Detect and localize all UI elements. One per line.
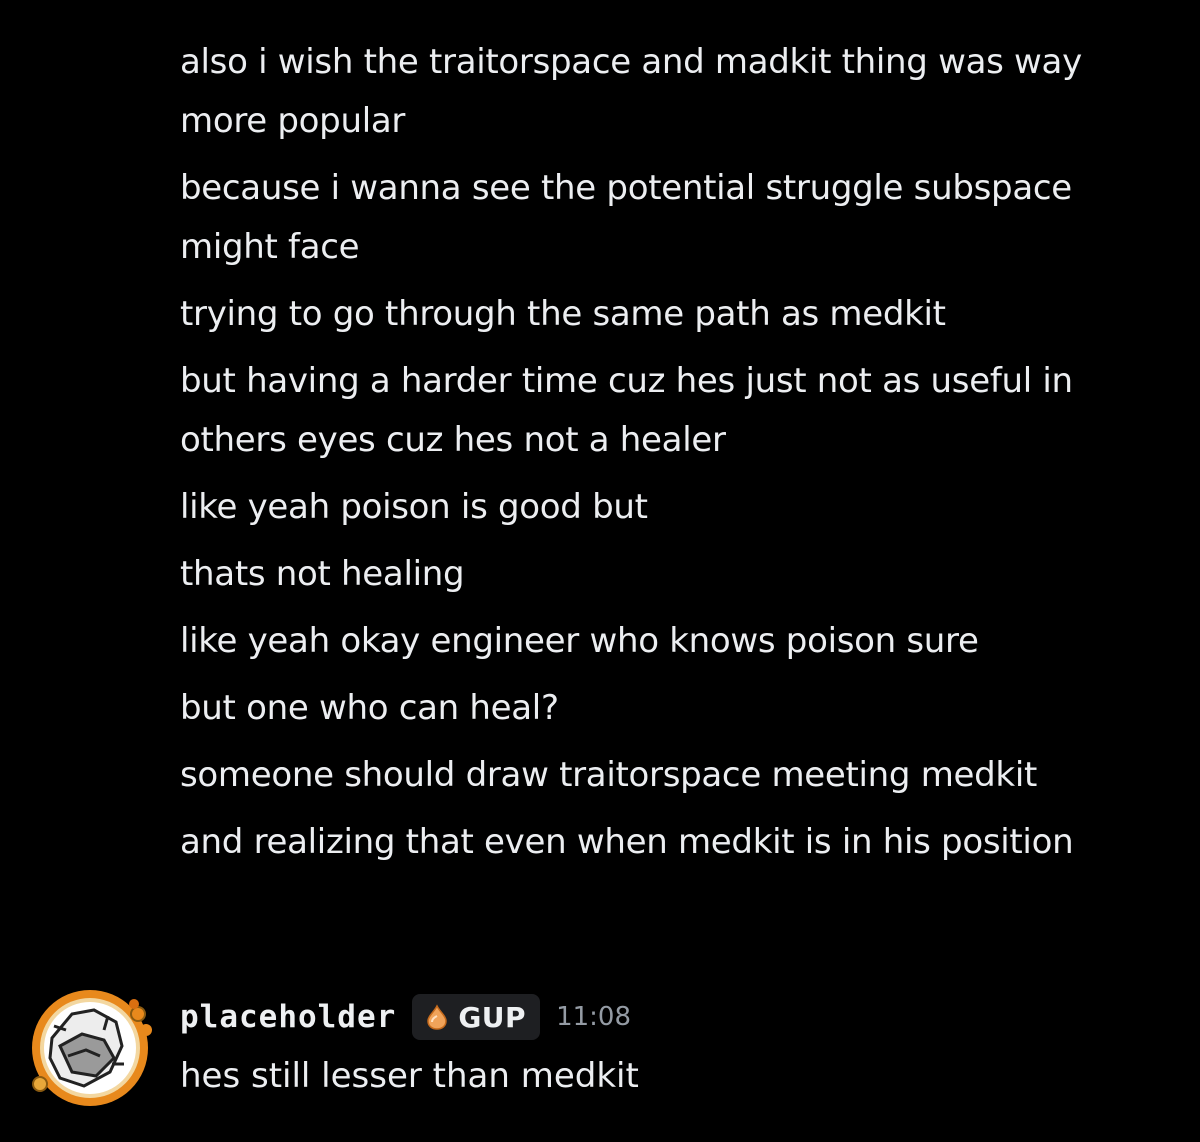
cropped-previous-line <box>180 0 1080 12</box>
message-line: but having a harder time cuz hes just no… <box>180 361 1073 460</box>
message-line: trying to go through the same path as me… <box>180 294 946 334</box>
message-line: someone should draw traitorspace meeting… <box>180 755 1038 795</box>
message-line: and realizing that even when medkit is i… <box>180 822 1074 862</box>
message-line: thats not healing <box>180 554 465 594</box>
username[interactable]: placeholder <box>180 999 396 1035</box>
message-line: like yeah poison is good but <box>180 487 648 527</box>
tag-label: GUP <box>458 1000 527 1034</box>
server-tag[interactable]: GUP <box>412 994 541 1040</box>
message-line: because i wanna see the potential strugg… <box>180 168 1072 267</box>
message-group: also i wish the traitorspace and madkit … <box>180 33 1170 880</box>
orange-drop-icon <box>427 1004 448 1030</box>
message-line: like yeah okay engineer who knows poison… <box>180 621 979 661</box>
message-line: hes still lesser than medkit <box>180 1056 639 1096</box>
message-header: placeholder GUP 11:08 <box>180 987 631 1047</box>
message-line: but one who can heal? <box>180 688 559 728</box>
user-avatar[interactable] <box>24 986 160 1110</box>
cropped-text <box>180 0 191 12</box>
message-line: also i wish the traitorspace and madkit … <box>180 42 1082 141</box>
timestamp[interactable]: 11:08 <box>556 1002 631 1032</box>
